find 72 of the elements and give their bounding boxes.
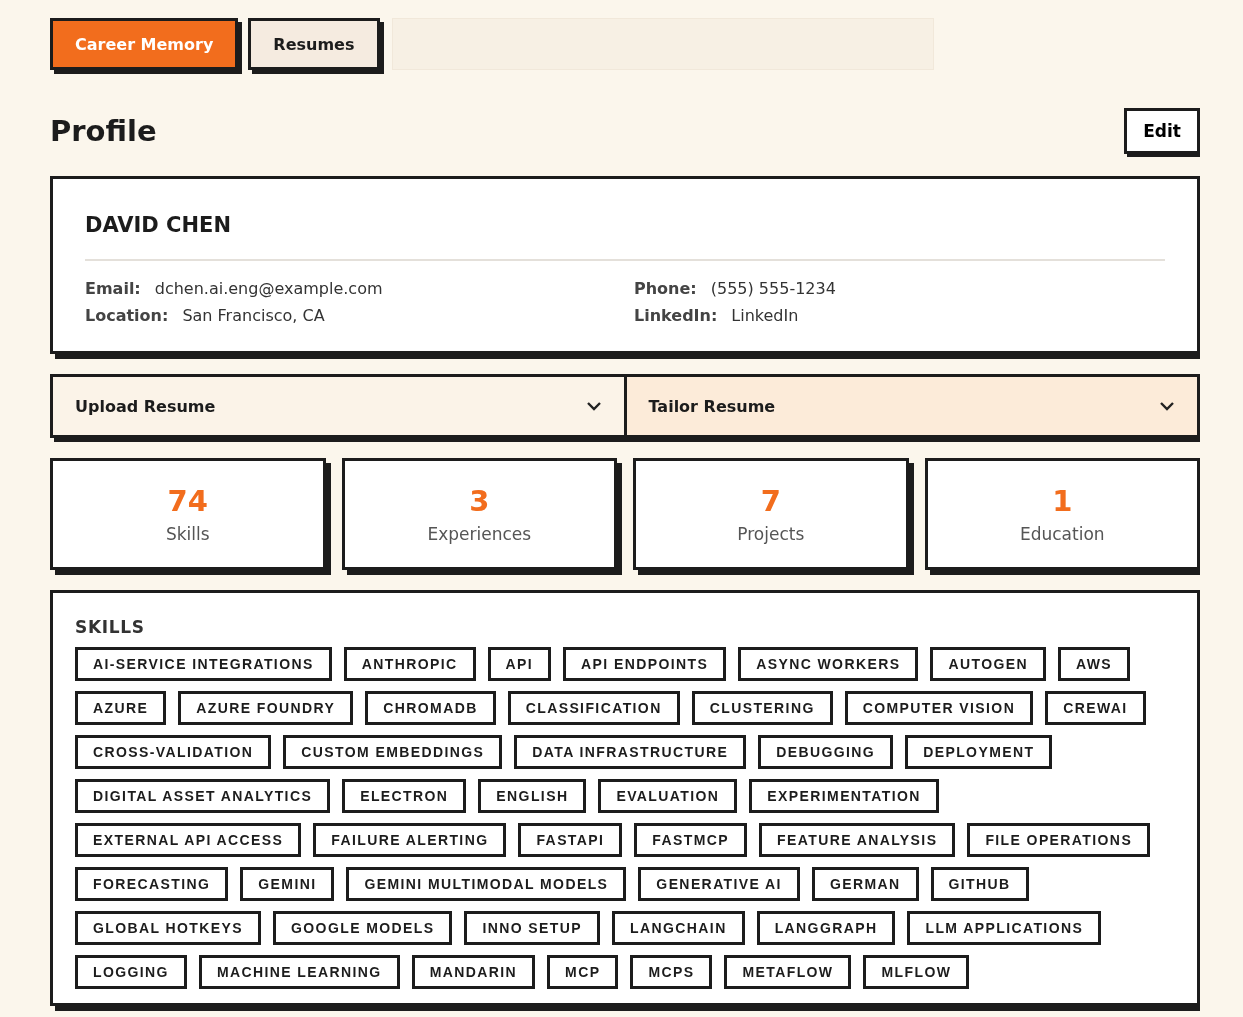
field-value: (555) 555-1234 [710, 279, 836, 298]
skill-tag: MACHINE LEARNING [198, 955, 400, 989]
skill-tag: ASYNC WORKERS [738, 647, 919, 681]
skill-tag: DATA INFRASTRUCTURE [514, 735, 747, 769]
skill-tag: GEMINI [240, 867, 335, 901]
skill-tag: CREWAI [1045, 691, 1146, 725]
stat-value: 7 [760, 484, 781, 518]
stat-label: Projects [737, 524, 805, 544]
skill-tag: EXTERNAL API ACCESS [75, 823, 302, 857]
stat-label: Skills [165, 524, 210, 544]
skill-tag: MLFLOW [863, 955, 970, 989]
skill-tag: LANGGRAPH [756, 911, 896, 945]
skill-tag: CROSS-VALIDATION [75, 735, 272, 769]
skill-tag: DIGITAL ASSET ANALYTICS [75, 779, 331, 813]
skill-tag: API [487, 647, 552, 681]
skill-tag: FASTMCP [634, 823, 748, 857]
skill-tag: MCP [547, 955, 619, 989]
skill-tag: AUTOGEN [930, 647, 1046, 681]
skill-tag: ELECTRON [342, 779, 467, 813]
skill-tag: DEPLOYMENT [905, 735, 1053, 769]
skill-tag: GENERATIVE AI [638, 867, 800, 901]
stat-value: 3 [469, 484, 490, 518]
skill-tag: MANDARIN [411, 955, 536, 989]
chevron-icon [1159, 401, 1175, 411]
skill-tag: GLOBAL HOTKEYS [75, 911, 262, 945]
skill-tag: LANGCHAIN [612, 911, 745, 945]
skill-tag: GEMINI MULTIMODAL MODELS [346, 867, 627, 901]
field-label: LinkedIn: [634, 306, 718, 325]
field-value: LinkedIn [731, 306, 799, 325]
skill-tag: METAFLOW [724, 955, 852, 989]
skill-tag: FAILURE ALERTING [313, 823, 507, 857]
skill-tag: EVALUATION [598, 779, 738, 813]
skill-tag: LLM APPLICATIONS [907, 911, 1102, 945]
field-value: San Francisco, CA [182, 306, 325, 325]
stat-label: Experiences [427, 524, 532, 544]
skill-tag: COMPUTER VISION [844, 691, 1034, 725]
skill-tag: AZURE [75, 691, 167, 725]
profile-name: DAVID CHEN [85, 213, 1165, 261]
skill-tag: GITHUB [930, 867, 1029, 901]
skill-tag: ANTHROPIC [343, 647, 476, 681]
skill-tag: INNO SETUP [464, 911, 601, 945]
skill-tag: AI-SERVICE INTEGRATIONS [75, 647, 332, 681]
skill-tag: ENGLISH [478, 779, 587, 813]
skill-tag: DEBUGGING [758, 735, 894, 769]
section-title: SKILLS [75, 617, 146, 637]
skill-tag: FILE OPERATIONS [967, 823, 1151, 857]
stat-label: Education [1019, 524, 1105, 544]
chevron-icon [585, 401, 602, 411]
skill-tag: LOGGING [75, 955, 187, 989]
skill-tag: EXPERIMENTATION [749, 779, 939, 813]
stat-value: 1 [1052, 484, 1073, 518]
field-value: dchen.ai.eng@example.com [154, 279, 383, 298]
skill-tag: CHROMADB [365, 691, 496, 725]
field-label: Email: [85, 279, 141, 298]
skill-tag: API ENDPOINTS [563, 647, 727, 681]
skill-tag: FEATURE ANALYSIS [759, 823, 956, 857]
skill-tag: GOOGLE MODELS [273, 911, 453, 945]
accordion-header[interactable]: Tailor Resume [623, 377, 1197, 435]
skill-tag: GERMAN [811, 867, 919, 901]
skill-tag: CLUSTERING [691, 691, 833, 725]
edit-button[interactable]: Edit [1124, 108, 1200, 154]
stat-value: 74 [167, 484, 208, 518]
skill-tag: FORECASTING [75, 867, 229, 901]
skill-tag: MCPS [630, 955, 713, 989]
skill-tag: AZURE FOUNDRY [178, 691, 354, 725]
skill-tag: AWS [1057, 647, 1131, 681]
page-title: Profile [50, 114, 157, 148]
skill-tag: CLASSIFICATION [507, 691, 680, 725]
field-label: Location: [85, 306, 169, 325]
skill-tag: FASTAPI [518, 823, 623, 857]
field-label: Phone: [634, 279, 697, 298]
skill-tag: CUSTOM EMBEDDINGS [283, 735, 503, 769]
